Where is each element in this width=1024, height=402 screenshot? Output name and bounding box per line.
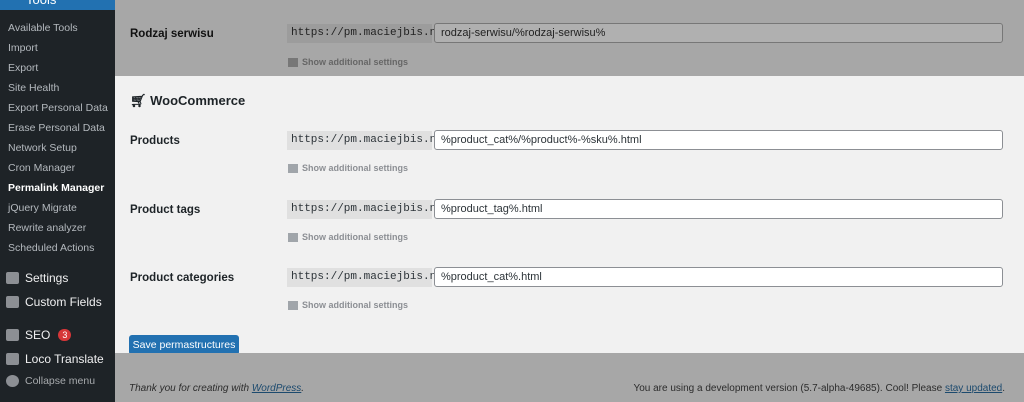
main-content: Rodzaj serwisu https://pm.maciejbis.net/… xyxy=(115,0,1024,402)
url-prefix: https://pm.maciejbis.net/ xyxy=(287,24,456,43)
menu-tools[interactable]: Tools xyxy=(0,0,115,10)
footer-thanks: Thank you for creating with WordPress. xyxy=(129,383,304,394)
field-label: Product categories xyxy=(130,272,235,284)
settings-toggle-icon xyxy=(288,163,298,173)
submenu-item[interactable]: Erase Personal Data xyxy=(8,122,105,134)
settings-icon xyxy=(6,272,19,284)
field-label: Rodzaj serwisu xyxy=(130,28,214,40)
submenu-item[interactable]: Import xyxy=(8,42,38,54)
show-additional-settings[interactable]: Show additional settings xyxy=(288,300,408,310)
link-label: Show additional settings xyxy=(302,57,409,67)
dimmed-footer: Thank you for creating with WordPress. Y… xyxy=(115,353,1024,402)
menu-label: Settings xyxy=(25,271,69,285)
rodzaj-serwisu-input[interactable]: rodzaj-serwisu/%rodzaj-serwisu% xyxy=(434,23,1003,43)
yoast-icon xyxy=(6,329,19,341)
products-input[interactable]: %product_cat%/%product%-%sku%.html xyxy=(434,130,1003,150)
settings-toggle-icon xyxy=(288,232,298,242)
submenu-item[interactable]: Permalink Manager xyxy=(8,182,104,194)
settings-toggle-icon xyxy=(288,57,298,67)
link-label: Show additional settings xyxy=(302,163,409,173)
submenu-item[interactable]: Available Tools xyxy=(8,22,78,34)
show-additional-settings[interactable]: Show additional settings xyxy=(288,57,408,67)
collapse-menu[interactable]: Collapse menu xyxy=(6,375,95,387)
menu-loco-translate[interactable]: Loco Translate xyxy=(6,352,104,366)
footer-text: . xyxy=(1002,383,1005,394)
admin-sidebar: Tools Available Tools Import Export Site He… xyxy=(0,0,115,402)
save-permastructures-button[interactable]: Save permastructures xyxy=(129,335,239,355)
menu-label: Custom Fields xyxy=(25,295,102,309)
footer-text: . xyxy=(301,383,305,394)
menu-label: Collapse menu xyxy=(25,375,96,387)
product-tags-input[interactable]: %product_tag%.html xyxy=(434,199,1003,219)
field-label: Products xyxy=(130,135,180,147)
link-label: Show additional settings xyxy=(302,232,409,242)
footer-text: You are using a development version (5.7… xyxy=(633,383,945,394)
show-additional-settings[interactable]: Show additional settings xyxy=(288,232,408,242)
settings-toggle-icon xyxy=(288,300,298,310)
field-label: Product tags xyxy=(130,204,201,216)
submenu-item[interactable]: jQuery Migrate xyxy=(8,202,77,214)
show-additional-settings[interactable]: Show additional settings xyxy=(288,163,408,173)
submenu-item[interactable]: Cron Manager xyxy=(8,162,75,174)
seo-badge: 3 xyxy=(58,329,72,341)
footer-version: You are using a development version (5.7… xyxy=(633,383,1005,394)
product-categories-input[interactable]: %product_cat%.html xyxy=(434,267,1003,287)
submenu-item[interactable]: Rewrite analyzer xyxy=(8,222,86,234)
submenu-item[interactable]: Export xyxy=(8,62,38,74)
url-prefix: https://pm.maciejbis.net/ xyxy=(287,268,456,287)
wordpress-link[interactable]: WordPress xyxy=(252,383,301,394)
menu-settings[interactable]: Settings xyxy=(6,271,68,285)
url-prefix: https://pm.maciejbis.net/ xyxy=(287,200,456,219)
heading-text: WooCommerce xyxy=(150,93,246,108)
menu-label: SEO xyxy=(25,328,51,342)
link-label: Show additional settings xyxy=(302,300,409,310)
submenu-item[interactable]: Network Setup xyxy=(8,142,77,154)
submenu-item[interactable]: Export Personal Data xyxy=(8,102,108,114)
translate-icon xyxy=(6,353,19,365)
custom-fields-icon xyxy=(6,296,19,308)
woocommerce-heading: 🛒︎ WooCommerce xyxy=(130,93,245,109)
collapse-icon xyxy=(6,375,19,387)
menu-label: Loco Translate xyxy=(25,352,104,366)
url-prefix: https://pm.maciejbis.net/ xyxy=(287,131,456,150)
submenu-item[interactable]: Scheduled Actions xyxy=(8,242,94,254)
menu-seo[interactable]: SEO 3 xyxy=(6,328,72,342)
menu-custom-fields[interactable]: Custom Fields xyxy=(6,295,102,309)
stay-updated-link[interactable]: stay updated xyxy=(945,383,1002,394)
submenu-item[interactable]: Site Health xyxy=(8,82,59,94)
cart-icon: 🛒︎ xyxy=(130,93,151,108)
footer-text: Thank you for creating with xyxy=(129,383,252,394)
dimmed-section: Rodzaj serwisu https://pm.maciejbis.net/… xyxy=(115,0,1024,76)
